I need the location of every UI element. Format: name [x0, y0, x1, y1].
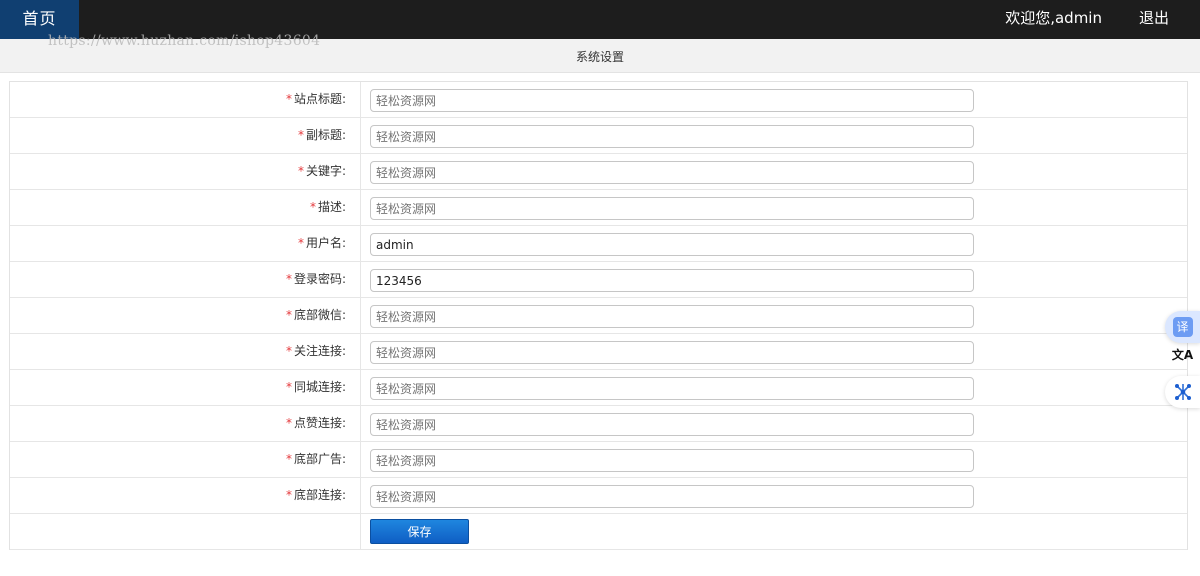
keywords-input[interactable] [370, 161, 974, 184]
footer-ad-input[interactable] [370, 449, 974, 472]
username-label: 用户名: [305, 236, 346, 250]
required-mark: * [285, 344, 292, 358]
subtitle-input[interactable] [370, 125, 974, 148]
description-label: 描述: [317, 200, 346, 214]
form-row-username: * 用户名: [10, 226, 1187, 262]
required-mark: * [285, 308, 292, 322]
form-row-actions: 保存 [10, 514, 1187, 550]
welcome-text: 欢迎您,admin [1005, 9, 1102, 27]
username-input[interactable] [370, 233, 974, 256]
required-mark: * [297, 164, 304, 178]
field-label: * 底部连接: [10, 478, 361, 513]
footer-link-input[interactable] [370, 485, 974, 508]
page-title: 系统设置 [575, 50, 624, 64]
form-row-password: * 登录密码: [10, 262, 1187, 298]
local-link-input[interactable] [370, 377, 974, 400]
watermark-text: https://www.huzhan.com/ishop43604 [48, 33, 321, 49]
like-link-input[interactable] [370, 413, 974, 436]
form-row-site-title: * 站点标题: [10, 82, 1187, 118]
required-mark: * [297, 236, 304, 250]
field-label: * 关注连接: [10, 334, 361, 369]
footer-wechat-label: 底部微信: [293, 308, 346, 322]
footer-wechat-input[interactable] [370, 305, 974, 328]
form-row-local-link: * 同城连接: [10, 370, 1187, 406]
required-mark: * [285, 380, 292, 394]
site-title-label: 站点标题: [293, 92, 346, 106]
field-label: * 关键字: [10, 154, 361, 189]
field-label: * 站点标题: [10, 82, 361, 117]
footer-ad-label: 底部广告: [293, 452, 346, 466]
field-label: * 登录密码: [10, 262, 361, 297]
local-link-label: 同城连接: [293, 380, 346, 394]
password-label: 登录密码: [293, 272, 346, 286]
required-mark: * [285, 92, 292, 106]
save-button[interactable]: 保存 [370, 519, 469, 544]
keywords-label: 关键字: [305, 164, 346, 178]
subtitle-label: 副标题: [305, 128, 346, 142]
translate-icon: 译 [1172, 317, 1193, 337]
field-label: * 用户名: [10, 226, 361, 261]
field-label: * 描述: [10, 190, 361, 225]
language-toggle-button[interactable]: 文A [1165, 338, 1200, 370]
form-row-footer-link: * 底部连接: [10, 478, 1187, 514]
follow-link-label: 关注连接: [293, 344, 346, 358]
required-mark: * [285, 416, 292, 430]
form-row-footer-wechat: * 底部微信: [10, 298, 1187, 334]
field-label: * 副标题: [10, 118, 361, 153]
site-title-input[interactable] [370, 89, 974, 112]
field-label: * 底部广告: [10, 442, 361, 477]
required-mark: * [309, 200, 316, 214]
form-row-follow-link: * 关注连接: [10, 334, 1187, 370]
field-label: * 点赞连接: [10, 406, 361, 441]
password-input[interactable] [370, 269, 974, 292]
description-input[interactable] [370, 197, 974, 220]
field-label: * 底部微信: [10, 298, 361, 333]
form-row-subtitle: * 副标题: [10, 118, 1187, 154]
form-row-footer-ad: * 底部广告: [10, 442, 1187, 478]
like-link-label: 点赞连接: [293, 416, 346, 430]
form-row-keywords: * 关键字: [10, 154, 1187, 190]
follow-link-input[interactable] [370, 341, 974, 364]
logout-link[interactable]: 退出 [1139, 0, 1169, 39]
ai-assistant-button[interactable] [1165, 376, 1200, 408]
network-graph-icon [1174, 384, 1191, 400]
footer-link-label: 底部连接: [293, 488, 346, 502]
required-mark: * [285, 488, 292, 502]
required-mark: * [297, 128, 304, 142]
required-mark: * [285, 272, 292, 286]
required-mark: * [285, 452, 292, 466]
empty-label-cell [10, 514, 361, 549]
language-icon: 文A [1171, 347, 1194, 362]
settings-form: *站点标题: *副标题: *关键字: *描述: *用户名: *登录密码: *底部… [9, 81, 1188, 550]
form-row-like-link: * 点赞连接: [10, 406, 1187, 442]
form-row-description: * 描述: [10, 190, 1187, 226]
field-label: * 同城连接: [10, 370, 361, 405]
